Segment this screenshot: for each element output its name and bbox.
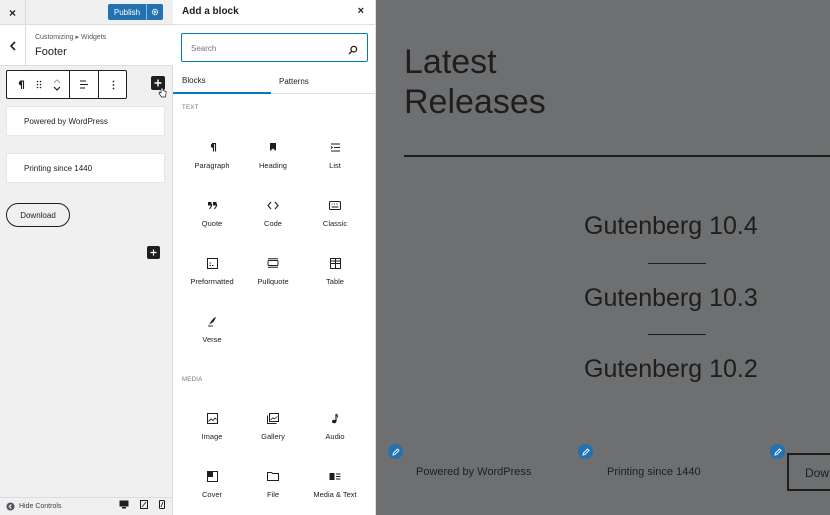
block-inserter: Add a block × Search Blocks Patterns TEX… (173, 0, 376, 515)
heading-icon (269, 140, 277, 154)
media-text-icon (329, 469, 341, 483)
device-switcher (119, 500, 165, 509)
drag-handle-icon[interactable] (33, 71, 45, 98)
release-separator (648, 334, 706, 335)
paragraph-icon (208, 140, 217, 154)
customizer-topbar: × Publish (0, 0, 173, 25)
block-list[interactable]: List (305, 132, 365, 188)
hide-controls-label: Hide Controls (19, 503, 62, 510)
block-media-text[interactable]: Media & Text (305, 461, 365, 515)
customizer-panel: × Publish Customizing ▸ Widgets Footer P… (0, 0, 173, 515)
widget-block[interactable]: Powered by WordPress (6, 106, 165, 136)
preview-download-button[interactable]: Dow (787, 453, 830, 491)
preformatted-icon (206, 256, 218, 270)
widget-block[interactable]: Printing since 1440 (6, 153, 165, 183)
publish-settings-gear-icon[interactable] (147, 8, 163, 16)
block-gallery[interactable]: Gallery (243, 403, 303, 459)
preview-footer-text: Powered by WordPress (416, 466, 532, 478)
quote-icon (207, 198, 218, 212)
close-customizer-button[interactable]: × (0, 0, 26, 25)
publish-button[interactable]: Publish (108, 4, 163, 20)
edit-shortcut-pencil-icon[interactable] (578, 444, 593, 459)
audio-icon (331, 411, 339, 425)
category-heading-text: TEXT (182, 105, 199, 111)
more-options-icon[interactable] (99, 71, 127, 98)
inserter-header: Add a block × (173, 0, 376, 25)
back-chevron-icon[interactable] (0, 25, 26, 66)
preview-divider (404, 155, 830, 157)
block-toolbar (6, 70, 127, 99)
release-separator (648, 263, 706, 264)
block-table[interactable]: Table (305, 248, 365, 304)
hand-cursor-icon (158, 85, 167, 103)
paragraph-type-icon[interactable] (7, 71, 33, 98)
tablet-icon[interactable] (140, 500, 148, 509)
inserter-tabs: Blocks Patterns (173, 69, 376, 94)
classic-icon (329, 198, 341, 212)
section-header: Customizing ▸ Widgets Footer (0, 25, 173, 66)
search-icon (348, 42, 358, 60)
publish-label: Publish (113, 7, 141, 17)
verse-icon (207, 314, 217, 328)
preview-heading: Latest Releases (404, 43, 546, 121)
mobile-icon[interactable] (159, 500, 165, 509)
cover-icon (206, 469, 218, 483)
collapse-arrow-icon (6, 502, 15, 511)
category-heading-media: MEDIA (182, 377, 203, 383)
move-up-down-icon[interactable] (45, 71, 69, 98)
block-search-input[interactable]: Search (181, 33, 368, 62)
edit-shortcut-pencil-icon[interactable] (388, 444, 403, 459)
block-preformatted[interactable]: Preformatted (182, 248, 242, 304)
inserter-title: Add a block (182, 6, 239, 17)
site-preview: Latest Releases Gutenberg 10.4 Gutenberg… (376, 0, 830, 515)
preview-footer-text: Printing since 1440 (607, 466, 701, 478)
release-heading: Gutenberg 10.4 (584, 212, 758, 240)
section-title: Footer (35, 46, 67, 58)
block-heading[interactable]: Heading (243, 132, 303, 188)
release-heading: Gutenberg 10.3 (584, 284, 758, 312)
block-image[interactable]: Image (182, 403, 242, 459)
pullquote-icon (267, 256, 279, 270)
gallery-icon (267, 411, 279, 425)
list-icon (330, 140, 341, 154)
image-icon (206, 411, 218, 425)
block-paragraph[interactable]: Paragraph (182, 132, 242, 188)
block-cover[interactable]: Cover (182, 461, 242, 515)
align-left-icon[interactable] (70, 71, 98, 98)
tab-patterns[interactable]: Patterns (279, 69, 359, 94)
block-code[interactable]: Code (243, 190, 303, 246)
desktop-icon[interactable] (119, 500, 129, 509)
block-pullquote[interactable]: Pullquote (243, 248, 303, 304)
block-quote[interactable]: Quote (182, 190, 242, 246)
breadcrumb: Customizing ▸ Widgets (35, 34, 107, 41)
block-classic[interactable]: Classic (305, 190, 365, 246)
download-button[interactable]: Download (6, 203, 70, 227)
file-icon (267, 469, 279, 483)
customizer-footer: Hide Controls (0, 497, 173, 515)
block-file[interactable]: File (243, 461, 303, 515)
hide-controls-button[interactable]: Hide Controls (6, 502, 61, 511)
search-placeholder: Search (191, 44, 217, 53)
release-heading: Gutenberg 10.2 (584, 355, 758, 383)
table-icon (329, 256, 341, 270)
block-audio[interactable]: Audio (305, 403, 365, 459)
add-block-plus-icon[interactable] (147, 246, 160, 259)
code-icon (267, 198, 279, 212)
edit-shortcut-pencil-icon[interactable] (770, 444, 785, 459)
close-inserter-button[interactable]: × (358, 5, 364, 17)
block-verse[interactable]: Verse (182, 306, 242, 362)
tab-blocks[interactable]: Blocks (173, 69, 271, 94)
